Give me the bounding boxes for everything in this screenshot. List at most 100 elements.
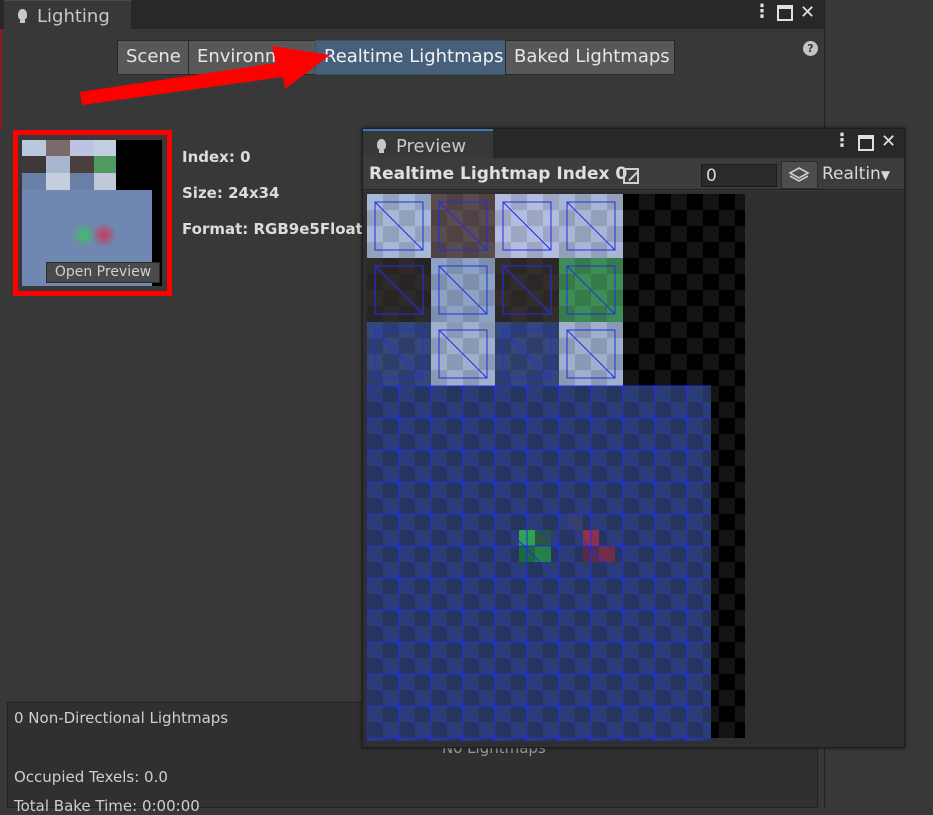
blue-texel xyxy=(559,466,575,482)
blue-texel xyxy=(415,610,431,626)
blue-texel xyxy=(479,546,495,562)
blue-texel xyxy=(543,466,559,482)
blue-texel xyxy=(655,722,671,738)
tile-shade xyxy=(527,338,543,354)
blue-texel xyxy=(431,690,447,706)
blue-texel xyxy=(639,434,655,450)
blue-texel xyxy=(703,386,711,402)
maximize-icon[interactable] xyxy=(858,135,874,151)
blue-texel xyxy=(527,610,543,626)
lightmap-image[interactable] xyxy=(367,194,745,744)
lightmap-format-label: Format: RGB9e5Float xyxy=(182,220,363,238)
blue-texel xyxy=(495,642,511,658)
blue-texel xyxy=(447,594,463,610)
checker-texel xyxy=(719,434,735,450)
blue-texel xyxy=(383,418,399,434)
blue-texel xyxy=(607,626,623,642)
blue-texel xyxy=(575,386,591,402)
blue-texel xyxy=(623,706,639,722)
kebab-menu-icon[interactable]: ⋮ xyxy=(753,1,771,22)
checker-texel xyxy=(735,450,745,466)
checker-texel xyxy=(719,562,735,578)
blue-texel xyxy=(399,498,415,514)
blue-texel xyxy=(447,626,463,642)
blue-texel xyxy=(511,434,527,450)
blue-texel xyxy=(687,626,703,642)
blue-texel xyxy=(415,434,431,450)
blue-texel xyxy=(383,402,399,418)
layers-button[interactable] xyxy=(781,161,818,189)
blue-texel xyxy=(655,626,671,642)
tile-shade xyxy=(399,274,415,290)
help-icon[interactable]: ? xyxy=(803,41,818,56)
blue-texel xyxy=(415,514,431,530)
blue-texel xyxy=(591,690,607,706)
blue-texel xyxy=(591,594,607,610)
blue-texel xyxy=(479,706,495,722)
preview-title: Realtime Lightmap Index 0 xyxy=(369,164,628,184)
checker-texel xyxy=(671,258,687,274)
blue-texel xyxy=(687,546,703,562)
blue-texel xyxy=(671,642,687,658)
display-mode-dropdown[interactable]: Realtin▼ xyxy=(822,164,902,188)
lighting-tab[interactable]: Lighting xyxy=(4,0,131,29)
tile-shade xyxy=(511,290,527,306)
blue-texel xyxy=(399,706,415,722)
blue-texel xyxy=(463,594,479,610)
window-edge xyxy=(0,29,2,129)
blue-texel xyxy=(367,498,383,514)
blue-texel xyxy=(511,514,527,530)
lightmap-index-field[interactable]: 0 xyxy=(701,164,777,187)
tile-shade xyxy=(575,354,591,370)
blue-texel xyxy=(463,642,479,658)
checker-texel xyxy=(687,210,703,226)
blue-texel xyxy=(383,610,399,626)
blue-texel xyxy=(687,434,703,450)
blue-texel xyxy=(447,450,463,466)
blue-texel xyxy=(559,402,575,418)
blue-texel xyxy=(639,418,655,434)
checker-texel xyxy=(671,306,687,322)
checker-texel xyxy=(639,354,655,370)
blue-texel xyxy=(671,386,687,402)
tab-realtime-lightmaps[interactable]: Realtime Lightmaps xyxy=(315,40,506,75)
tab-scene[interactable]: Scene xyxy=(117,40,189,75)
preview-tab[interactable]: Preview xyxy=(363,129,493,158)
checker-texel xyxy=(671,210,687,226)
maximize-icon[interactable] xyxy=(777,5,793,21)
blue-texel xyxy=(575,466,591,482)
checker-texel xyxy=(703,242,719,258)
blue-texel xyxy=(527,594,543,610)
blue-texel xyxy=(575,418,591,434)
blue-texel xyxy=(559,386,575,402)
tab-baked-lightmaps[interactable]: Baked Lightmaps xyxy=(505,40,675,75)
blue-texel xyxy=(447,498,463,514)
occupied-texels: Occupied Texels: 0.0 xyxy=(14,768,168,786)
blue-texel xyxy=(479,402,495,418)
blue-texel xyxy=(527,626,543,642)
blue-texel xyxy=(543,674,559,690)
blue-texel xyxy=(399,466,415,482)
display-mode-label: Realtin xyxy=(822,164,881,184)
blue-texel xyxy=(463,450,479,466)
blue-texel xyxy=(463,722,479,738)
triangle-down-icon: ▼ xyxy=(880,168,891,182)
close-icon[interactable]: ✕ xyxy=(881,131,896,152)
checker-texel xyxy=(719,290,735,306)
tab-environment[interactable]: Environme xyxy=(188,40,316,75)
blue-texel xyxy=(447,482,463,498)
checker-texel xyxy=(735,514,745,530)
checker-texel xyxy=(719,498,735,514)
checker-texel xyxy=(687,226,703,242)
close-icon[interactable]: ✕ xyxy=(800,2,815,23)
blue-texel xyxy=(431,642,447,658)
blue-texel xyxy=(671,674,687,690)
blue-texel xyxy=(703,498,711,514)
blue-texel xyxy=(511,706,527,722)
aspect-ratio-icon[interactable] xyxy=(623,168,639,184)
blue-texel xyxy=(447,546,463,562)
blue-texel xyxy=(639,690,655,706)
checker-texel xyxy=(639,338,655,354)
kebab-menu-icon[interactable]: ⋮ xyxy=(833,130,851,151)
blue-texel xyxy=(431,514,447,530)
